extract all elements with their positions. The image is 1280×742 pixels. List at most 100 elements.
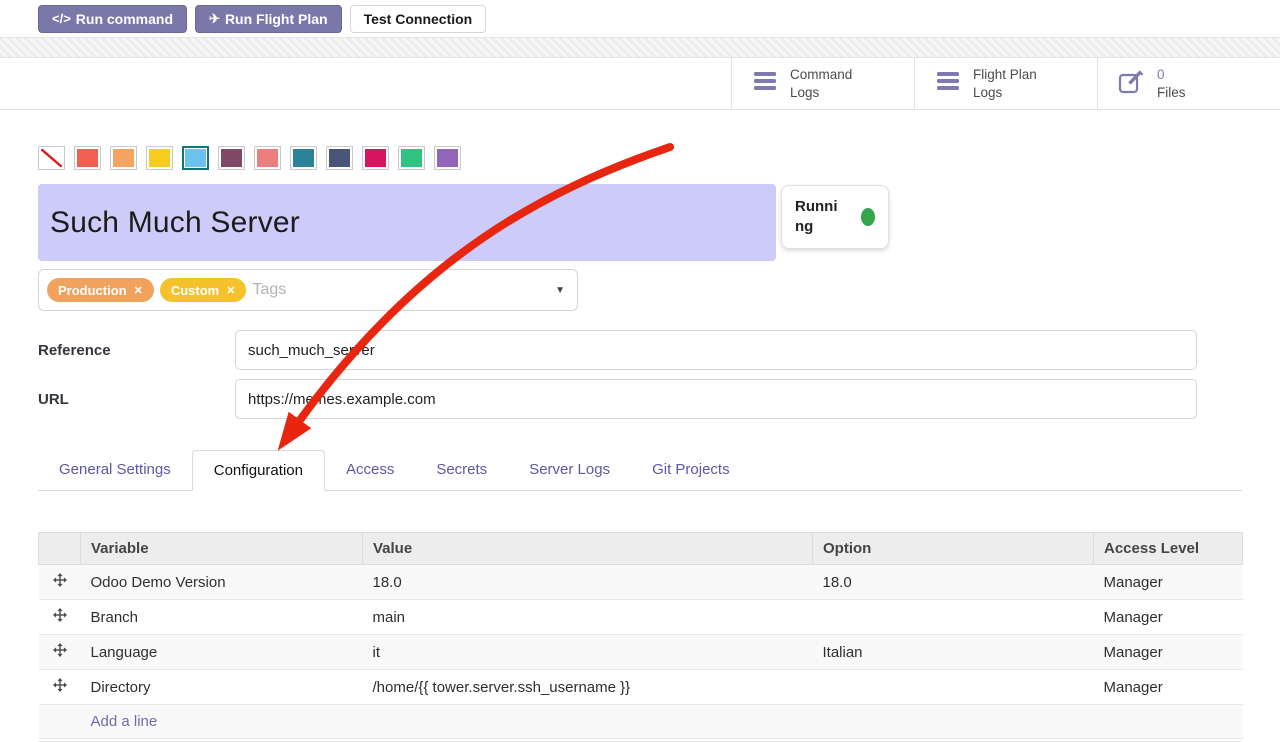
color-swatch-dark-blue[interactable] <box>326 146 353 170</box>
color-swatch-orange[interactable] <box>110 146 137 170</box>
cell-access[interactable]: Manager <box>1094 670 1243 705</box>
cell-value[interactable]: /home/{{ tower.server.ssh_username }} <box>363 670 813 705</box>
color-swatch-green[interactable] <box>398 146 425 170</box>
control-strip: CommandLogs Flight PlanLogs 0Files <box>0 58 1280 110</box>
tags-placeholder: Tags <box>252 281 286 299</box>
stat-button-flight-plan-logs[interactable]: Flight PlanLogs <box>914 58 1097 109</box>
stat-button-label: 0Files <box>1157 66 1186 101</box>
run-flight-plan-button[interactable]: ✈ Run Flight Plan <box>195 5 342 33</box>
code-icon: </> <box>52 11 71 26</box>
table-row[interactable]: LanguageitItalianManager <box>39 635 1243 670</box>
swatch-fill <box>185 149 206 167</box>
color-swatch-magenta[interactable] <box>362 146 389 170</box>
cell-variable[interactable]: Branch <box>81 600 363 635</box>
cell-option[interactable]: 18.0 <box>813 565 1094 600</box>
tag-remove-icon[interactable]: ✕ <box>226 284 235 297</box>
tab-server-logs[interactable]: Server Logs <box>508 450 631 490</box>
title-field[interactable]: Such Much Server <box>38 184 776 261</box>
status-label: Running <box>795 197 839 238</box>
color-swatch-teal[interactable] <box>290 146 317 170</box>
add-a-line-link[interactable]: Add a line <box>91 713 158 730</box>
tags-field[interactable]: Production✕ Custom ✕ Tags ▼ <box>38 269 578 311</box>
column-header-option: Option <box>813 533 1094 565</box>
tags-list: Production✕ Custom ✕ <box>47 278 246 302</box>
plane-icon: ✈ <box>209 11 220 27</box>
cell-access[interactable]: Manager <box>1094 600 1243 635</box>
swatch-fill <box>221 149 242 167</box>
tab-configuration[interactable]: Configuration <box>192 450 325 491</box>
menu-icon <box>935 70 961 97</box>
tag-label: Custom <box>171 283 219 298</box>
color-swatches <box>38 146 1242 170</box>
table-row[interactable]: Odoo Demo Version18.018.0Manager <box>39 565 1243 600</box>
field-label-reference: Reference <box>38 342 235 359</box>
swatch-fill <box>437 149 458 167</box>
swatch-fill <box>257 149 278 167</box>
drag-handle-icon[interactable] <box>39 565 81 600</box>
status-dot <box>861 208 875 226</box>
run-flight-plan-label: Run Flight Plan <box>225 11 328 27</box>
column-header-variable: Variable <box>81 533 363 565</box>
tab-general-settings[interactable]: General Settings <box>38 450 192 490</box>
add-line-row: Add a line <box>39 705 1243 739</box>
status-card: Running <box>781 185 889 249</box>
cell-option[interactable] <box>813 600 1094 635</box>
handle-column-header <box>39 533 81 565</box>
test-connection-label: Test Connection <box>364 11 473 27</box>
drag-handle-icon[interactable] <box>39 600 81 635</box>
server-form-page: </> Run command ✈ Run Flight Plan Test C… <box>0 0 1280 742</box>
table-body: Odoo Demo Version18.018.0ManagerBranchma… <box>39 565 1243 739</box>
stat-button-label: CommandLogs <box>790 66 852 101</box>
cell-value[interactable]: it <box>363 635 813 670</box>
tag-production[interactable]: Production✕ <box>47 278 154 302</box>
color-swatch-salmon[interactable] <box>254 146 281 170</box>
cell-variable[interactable]: Directory <box>81 670 363 705</box>
tag-custom[interactable]: Custom ✕ <box>160 278 247 302</box>
swatch-fill <box>365 149 386 167</box>
stat-button-files[interactable]: 0Files <box>1097 58 1280 109</box>
color-swatch-no-color[interactable] <box>38 146 65 170</box>
cell-access[interactable]: Manager <box>1094 565 1243 600</box>
color-swatch-light-blue[interactable] <box>182 146 209 170</box>
column-header-value: Value <box>363 533 813 565</box>
table-row[interactable]: Directory/home/{{ tower.server.ssh_usern… <box>39 670 1243 705</box>
stat-button-label: Flight PlanLogs <box>973 66 1037 101</box>
title-row: Such Much Server Running <box>38 184 1242 261</box>
tag-remove-icon[interactable]: ✕ <box>134 284 143 297</box>
swatch-fill <box>77 149 98 167</box>
variables-table: VariableValueOptionAccess Level Odoo Dem… <box>38 532 1243 739</box>
color-swatch-yellow[interactable] <box>146 146 173 170</box>
cell-option[interactable] <box>813 670 1094 705</box>
cell-access[interactable]: Manager <box>1094 635 1243 670</box>
swatch-fill <box>113 149 134 167</box>
color-swatch-red[interactable] <box>74 146 101 170</box>
cell-option[interactable]: Italian <box>813 635 1094 670</box>
run-command-button[interactable]: </> Run command <box>38 5 187 33</box>
table-row[interactable]: Branchmain Manager <box>39 600 1243 635</box>
tab-access[interactable]: Access <box>325 450 415 490</box>
add-line-handle-spacer <box>39 705 81 739</box>
swatch-fill <box>329 149 350 167</box>
tab-secrets[interactable]: Secrets <box>415 450 508 490</box>
color-swatch-dark-purple[interactable] <box>218 146 245 170</box>
drag-handle-icon[interactable] <box>39 635 81 670</box>
cell-variable[interactable]: Odoo Demo Version <box>81 565 363 600</box>
table-header: VariableValueOptionAccess Level <box>39 533 1243 565</box>
chevron-down-icon[interactable]: ▼ <box>555 285 565 296</box>
color-swatch-purple[interactable] <box>434 146 461 170</box>
field-label-url: URL <box>38 391 235 408</box>
cell-value[interactable]: main <box>363 600 813 635</box>
test-connection-button[interactable]: Test Connection <box>350 5 487 33</box>
cell-variable[interactable]: Language <box>81 635 363 670</box>
cell-value[interactable]: 18.0 <box>363 565 813 600</box>
stat-button-command-logs[interactable]: CommandLogs <box>731 58 914 109</box>
form-fields: Reference URL <box>38 330 1242 419</box>
divider-band <box>0 37 1280 58</box>
reference-input[interactable] <box>235 330 1197 370</box>
edit-icon <box>1118 69 1145 99</box>
url-input[interactable] <box>235 379 1197 419</box>
drag-handle-icon[interactable] <box>39 670 81 705</box>
column-header-access-level: Access Level <box>1094 533 1243 565</box>
tab-bar: General SettingsConfigurationAccessSecre… <box>38 450 1242 491</box>
tab-git-projects[interactable]: Git Projects <box>631 450 751 490</box>
